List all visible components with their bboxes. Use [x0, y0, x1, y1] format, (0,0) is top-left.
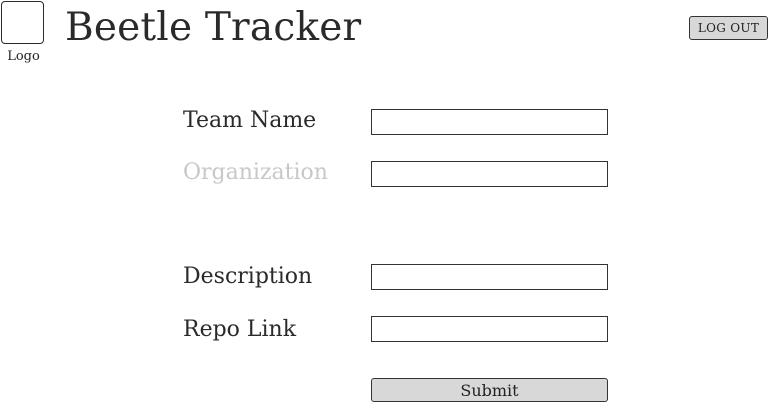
page: Logo Beetle Tracker LOG OUT Team Name Or… [0, 0, 768, 402]
repo-link-label: Repo Link [183, 317, 297, 342]
logo-image-placeholder [1, 1, 44, 44]
team-name-input[interactable] [371, 109, 608, 135]
team-name-label: Team Name [183, 108, 317, 133]
description-label: Description [183, 264, 313, 289]
logout-button[interactable]: LOG OUT [689, 16, 768, 40]
organization-label: Organization [183, 160, 328, 185]
repo-link-input[interactable] [371, 316, 608, 342]
logo-label: Logo [7, 49, 40, 64]
organization-input[interactable] [371, 161, 608, 187]
description-input[interactable] [371, 264, 608, 290]
app-title: Beetle Tracker [65, 5, 362, 50]
submit-button[interactable]: Submit [371, 378, 608, 402]
